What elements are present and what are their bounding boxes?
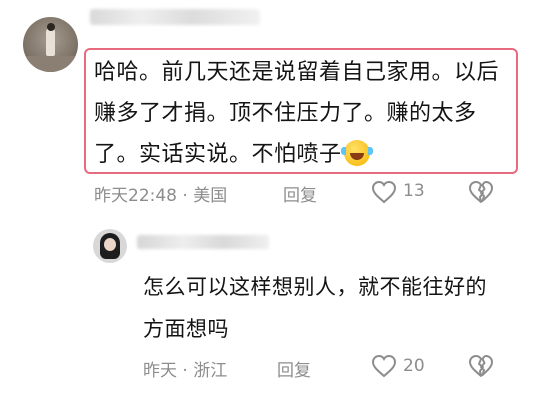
dislike-broken-heart-icon[interactable] [468,180,494,204]
like-heart-icon[interactable] [371,180,397,204]
reply-reply-button[interactable]: 回复 [277,356,311,381]
avatar-figure-head [47,23,55,31]
like-count: 13 [403,181,425,201]
avatar[interactable] [23,17,78,72]
like-heart-icon[interactable] [371,354,397,378]
reply-text[interactable]: 怎么可以这样想别人，就不能往好的方面想吗 [143,266,503,350]
avatar-face [104,238,116,251]
avatar-figure [46,28,55,56]
comment-text[interactable]: 哈哈。前几天还是说留着自己家用。以后赚多了才捐。顶不住压力了。赚的太多了。实话实… [94,52,514,175]
avatar-background [23,56,78,72]
crying-laughing-emoji-icon [340,140,373,166]
dislike-broken-heart-icon[interactable] [468,354,494,378]
reply-button[interactable]: 回复 [283,181,317,206]
comment-time-location: 昨天22:48 · 美国 [94,186,228,206]
blurred-username [90,9,260,25]
comment-text-content: 哈哈。前几天还是说留着自己家用。以后赚多了才捐。顶不住压力了。赚的太多了。实话实… [94,60,500,167]
reply-avatar[interactable] [93,229,127,263]
reply-blurred-username [137,235,269,249]
reply-like-count: 20 [403,356,425,376]
reply-time-location: 昨天 · 浙江 [143,361,228,381]
